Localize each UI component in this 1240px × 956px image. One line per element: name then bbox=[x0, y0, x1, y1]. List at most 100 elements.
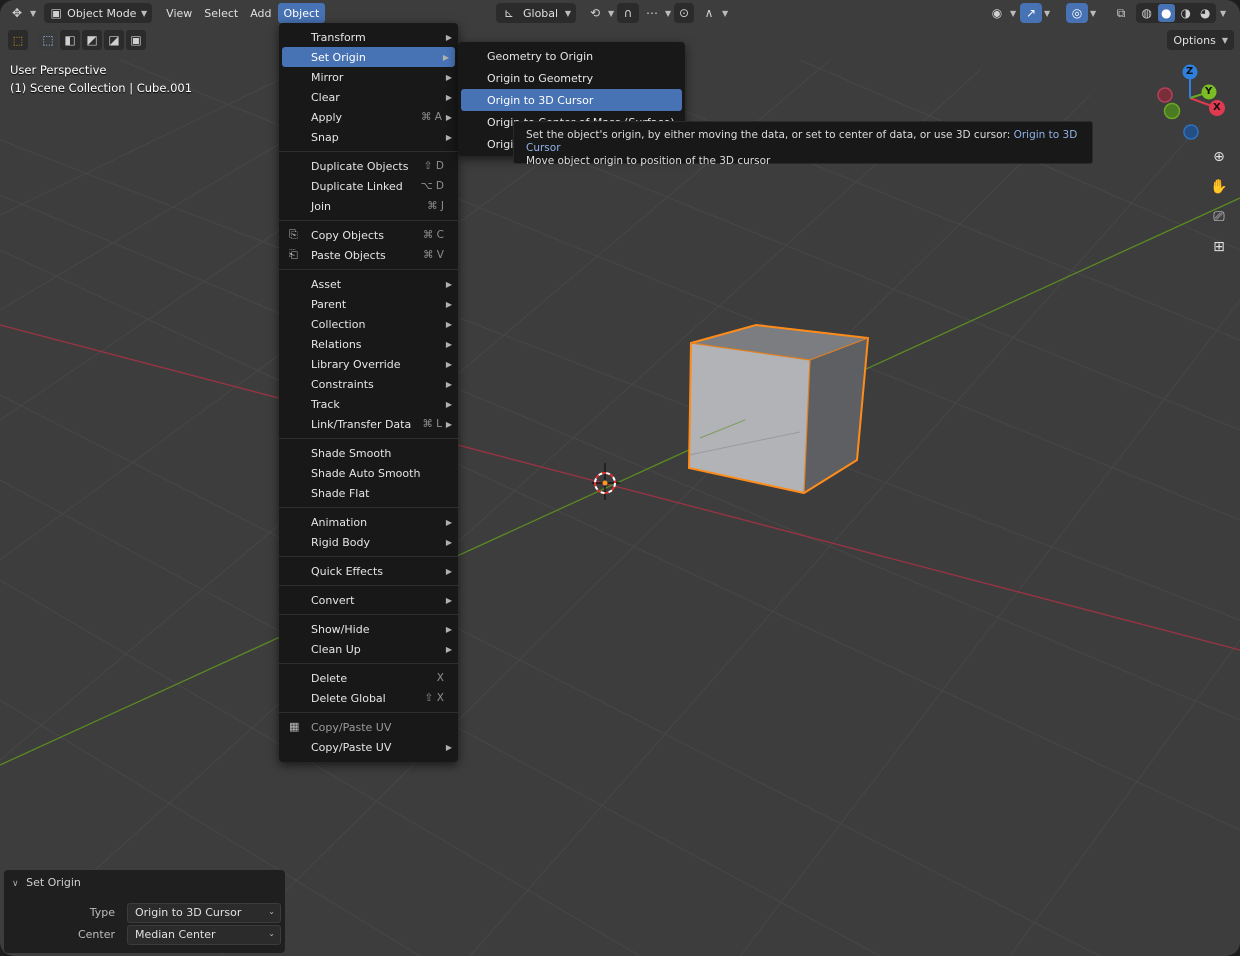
menu-item-label: Link/Transfer Data bbox=[311, 417, 412, 431]
chevron-down-icon: ▼ bbox=[1010, 8, 1017, 18]
gizmo-x-label[interactable]: X bbox=[1213, 102, 1221, 113]
eye-icon: ◉ bbox=[991, 6, 1003, 20]
menu-item-asset[interactable]: Asset ▶ bbox=[279, 274, 458, 294]
select-tool-button[interactable]: ⬚ bbox=[8, 30, 28, 50]
menu-item-delete[interactable]: Delete X bbox=[279, 668, 458, 688]
menu-item-show-hide[interactable]: Show/Hide ▶ bbox=[279, 619, 458, 639]
menu-item-paste-objects[interactable]: ⎗ Paste Objects ⌘ V bbox=[279, 245, 458, 265]
menu-item-transform[interactable]: Transform ▶ bbox=[279, 27, 458, 47]
menu-separator bbox=[279, 614, 458, 615]
mode-invert-button[interactable]: ◪ bbox=[104, 30, 124, 50]
menu-item-shade-flat[interactable]: Shade Flat bbox=[279, 483, 458, 503]
menu-item-label: Parent bbox=[311, 297, 347, 311]
menu-item-track[interactable]: Track ▶ bbox=[279, 394, 458, 414]
gizmo-y-label[interactable]: Y bbox=[1205, 86, 1212, 97]
menu-separator bbox=[279, 585, 458, 586]
chevron-right-icon: ▶ bbox=[445, 379, 452, 389]
snap-toggle[interactable]: ∩ bbox=[617, 3, 639, 23]
menu-select[interactable]: Select bbox=[198, 3, 244, 23]
camera-view-icon[interactable]: ⎚ bbox=[1206, 204, 1232, 230]
submenu-item-label: Origin to Geometry bbox=[487, 71, 594, 85]
tooltip-description-line: Set the object's origin, by either movin… bbox=[526, 129, 1080, 155]
operator-redo-panel: ∨ Set Origin Type Origin to 3D Cursor ⌄ … bbox=[4, 870, 285, 953]
mode-selector[interactable]: ▣ Object Mode ▼ bbox=[44, 3, 153, 23]
menu-view[interactable]: View bbox=[160, 3, 198, 23]
copy-icon: ⎘ bbox=[289, 228, 298, 241]
solid-shading-icon[interactable]: ● bbox=[1157, 4, 1175, 22]
submenu-item-geometry-to-origin[interactable]: Geometry to Origin bbox=[458, 45, 685, 67]
menu-separator bbox=[279, 507, 458, 508]
chevron-down-icon: ∨ bbox=[12, 879, 19, 889]
menu-item-library-override[interactable]: Library Override ▶ bbox=[279, 354, 458, 374]
menu-item-join[interactable]: Join ⌘ J bbox=[279, 196, 458, 216]
viewport-overlay-text: User Perspective (1) Scene Collection | … bbox=[10, 61, 192, 97]
chevron-right-icon: ▶ bbox=[445, 299, 452, 309]
visibility-selector[interactable]: ◉ ▼ bbox=[982, 3, 1022, 23]
transform-orientation-selector[interactable]: ⊾ Global ▼ bbox=[496, 3, 576, 23]
proportional-edit-toggle[interactable]: ⊙ bbox=[674, 3, 694, 23]
material-shading-icon[interactable]: ◑ bbox=[1177, 4, 1195, 22]
falloff-selector[interactable]: ∧ ▼ bbox=[694, 3, 734, 23]
perspective-toggle-icon[interactable]: ⊞ bbox=[1206, 234, 1232, 260]
menu-item-shade-auto-smooth[interactable]: Shade Auto Smooth bbox=[279, 463, 458, 483]
type-dropdown[interactable]: Origin to 3D Cursor ⌄ bbox=[127, 903, 281, 923]
gizmo-options[interactable]: ▼ bbox=[1038, 3, 1052, 23]
hand-pan-icon[interactable]: ✋ bbox=[1206, 174, 1232, 200]
menu-item-mirror[interactable]: Mirror ▶ bbox=[279, 67, 458, 87]
menu-item-delete-global[interactable]: Delete Global ⇧ X bbox=[279, 688, 458, 708]
operator-panel-header[interactable]: ∨ Set Origin bbox=[12, 876, 81, 889]
submenu-item-origin-to-geometry[interactable]: Origin to Geometry bbox=[458, 67, 685, 89]
zoom-icon[interactable]: ⊕ bbox=[1206, 144, 1232, 170]
menu-item-clear[interactable]: Clear ▶ bbox=[279, 87, 458, 107]
menu-item-snap[interactable]: Snap ▶ bbox=[279, 127, 458, 147]
rendered-shading-icon[interactable]: ◕ bbox=[1197, 4, 1215, 22]
menu-item-label: Shade Flat bbox=[311, 486, 370, 500]
center-dropdown[interactable]: Median Center ⌄ bbox=[127, 925, 281, 945]
menu-item-copy-objects[interactable]: ⎘ Copy Objects ⌘ C bbox=[279, 225, 458, 245]
menu-item-relations[interactable]: Relations ▶ bbox=[279, 334, 458, 354]
menu-item-clean-up[interactable]: Clean Up ▶ bbox=[279, 639, 458, 659]
menu-item-apply[interactable]: Apply ⌘ A ▶ bbox=[279, 107, 458, 127]
shading-options[interactable]: ▼ bbox=[1214, 3, 1228, 23]
mode-subtract-button[interactable]: ◩ bbox=[82, 30, 102, 50]
mode-extend-button[interactable]: ◧ bbox=[60, 30, 80, 50]
floor-grid bbox=[0, 59, 1240, 956]
menu-item-shortcut: X bbox=[436, 672, 444, 684]
tooltip: Set the object's origin, by either movin… bbox=[513, 121, 1093, 167]
pivot-point-selector[interactable]: ⟲ ▼ bbox=[580, 3, 620, 23]
pivot-icon: ⟲ bbox=[589, 6, 601, 20]
menu-item-duplicate-linked[interactable]: Duplicate Linked ⌥ D bbox=[279, 176, 458, 196]
editor-type-selector[interactable]: ✥ ▼ bbox=[4, 3, 40, 23]
menu-item-parent[interactable]: Parent ▶ bbox=[279, 294, 458, 314]
menu-item-collection[interactable]: Collection ▶ bbox=[279, 314, 458, 334]
mode-intersect-button[interactable]: ▣ bbox=[126, 30, 146, 50]
overlay-options[interactable]: ▼ bbox=[1084, 3, 1098, 23]
menu-item-rigid-body[interactable]: Rigid Body ▶ bbox=[279, 532, 458, 552]
menu-item-copy-paste-uv[interactable]: Copy/Paste UV ▶ bbox=[279, 737, 458, 757]
proportional-edit-icon: ⊙ bbox=[678, 6, 690, 20]
menu-item-set-origin[interactable]: Set Origin ▶ bbox=[282, 47, 455, 67]
menu-item-shade-smooth[interactable]: Shade Smooth bbox=[279, 443, 458, 463]
submenu-item-origin-to-3d-cursor[interactable]: Origin to 3D Cursor bbox=[461, 89, 682, 111]
mode-set-button[interactable]: ⬚ bbox=[38, 30, 58, 50]
chevron-right-icon: ▶ bbox=[445, 595, 452, 605]
menu-object[interactable]: Object bbox=[277, 3, 326, 23]
gizmo-z-label[interactable]: Z bbox=[1186, 66, 1193, 77]
xray-toggle[interactable]: ⧉ bbox=[1110, 3, 1132, 23]
menu-add[interactable]: Add bbox=[244, 3, 277, 23]
chevron-right-icon: ▶ bbox=[445, 339, 452, 349]
center-value: Median Center bbox=[135, 928, 216, 941]
options-dropdown[interactable]: Options ▼ bbox=[1167, 30, 1234, 50]
3d-viewport[interactable]: X Y Z ✥ ▼ ▣ Object Mode ▼ View Select Add… bbox=[0, 0, 1240, 956]
menu-item-label: Clean Up bbox=[311, 642, 361, 656]
menu-separator bbox=[279, 663, 458, 664]
menu-item-convert[interactable]: Convert ▶ bbox=[279, 590, 458, 610]
menu-item-constraints[interactable]: Constraints ▶ bbox=[279, 374, 458, 394]
menu-item-animation[interactable]: Animation ▶ bbox=[279, 512, 458, 532]
menu-item-link-transfer-data[interactable]: Link/Transfer Data ⌘ L ▶ bbox=[279, 414, 458, 434]
menu-item-duplicate-objects[interactable]: Duplicate Objects ⇧ D bbox=[279, 156, 458, 176]
wireframe-shading-icon[interactable]: ◍ bbox=[1138, 4, 1156, 22]
menu-item-quick-effects[interactable]: Quick Effects ▶ bbox=[279, 561, 458, 581]
chevron-down-icon: ▼ bbox=[564, 8, 571, 18]
snap-target-selector[interactable]: ⋯ ▼ bbox=[637, 3, 677, 23]
